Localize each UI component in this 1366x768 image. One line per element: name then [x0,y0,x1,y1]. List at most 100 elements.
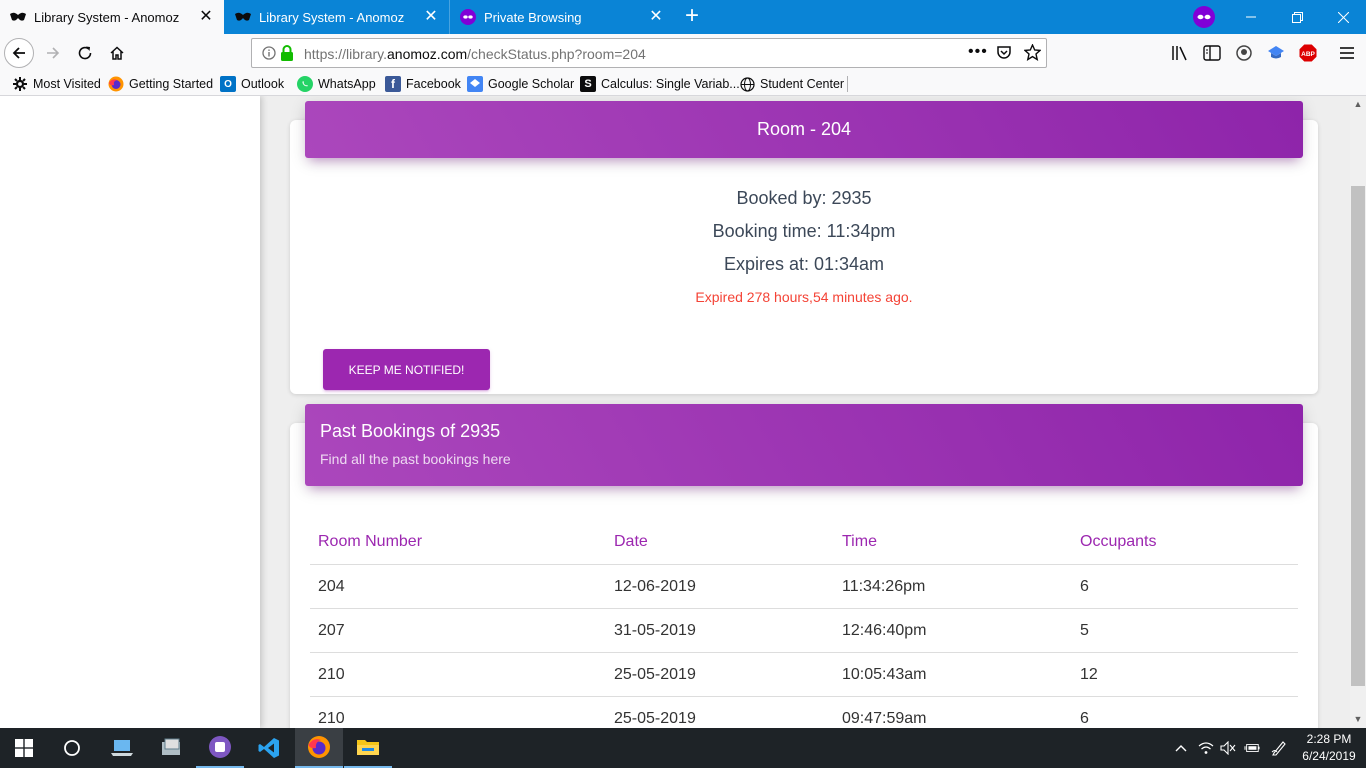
bookmark-label: Facebook [406,77,461,91]
taskbar-firefox-icon[interactable] [295,728,343,768]
library-icon[interactable] [1171,44,1189,62]
restore-button[interactable] [1274,0,1320,34]
taskbar-file-explorer-icon[interactable] [344,728,392,768]
show-hidden-icons-chevron-icon[interactable] [1173,740,1189,756]
clock-date: 6/24/2019 [1302,749,1356,763]
taskbar-vscode-icon[interactable] [245,728,293,768]
url-bar[interactable]: https://library.anomoz.com/checkStatus.p… [251,38,1047,68]
close-tab-icon[interactable]: ✕ [423,9,439,25]
forward-button[interactable] [38,38,68,68]
booked-by-text: Booked by: 2935 [736,188,872,208]
column-header-date: Date [614,533,648,550]
new-tab-button[interactable]: + [680,4,704,29]
table-cell-time: 11:34:26pm [842,578,926,595]
bookmark-whatsapp[interactable]: WhatsApp [297,75,376,93]
facebook-icon: f [385,76,401,92]
private-mask-icon [460,9,476,25]
tab-library-system-2[interactable]: Library System - Anomoz ✕ [225,0,449,34]
expires-at-text: Expires at: 01:34am [723,254,885,274]
table-divider [310,564,1298,565]
scholar-extension-icon[interactable] [1267,44,1285,62]
bookmark-star-icon[interactable] [1023,43,1042,66]
volume-muted-icon[interactable] [1220,740,1236,756]
taskbar-app-laptop-icon[interactable] [98,728,146,768]
sidebar-toggle-icon[interactable] [1203,44,1221,62]
page-sidebar [0,96,260,728]
bookmark-facebook[interactable]: f Facebook [385,75,461,93]
hamburger-menu-icon[interactable] [1338,44,1356,62]
url-prefix: https://library. [304,46,387,62]
info-icon[interactable] [262,46,276,65]
bookmark-most-visited[interactable]: Most Visited [12,75,101,93]
system-clock[interactable]: 2:28 PM 6/24/2019 [1296,731,1362,765]
home-button[interactable] [102,38,132,68]
table-cell-room: 210 [318,710,345,727]
url-domain: anomoz.com [387,46,468,62]
back-button[interactable] [4,38,34,68]
close-tab-icon[interactable]: ✕ [198,9,214,25]
account-extension-icon[interactable] [1235,44,1253,62]
pocket-icon[interactable] [996,45,1012,66]
mask-favicon-icon [235,9,251,25]
scroll-up-arrow-icon[interactable]: ▲ [1350,96,1366,113]
scroll-down-arrow-icon[interactable]: ▼ [1350,711,1366,728]
bookmark-label: Student Center [760,77,845,91]
bookmarks-toolbar: Most Visited Getting Started O Outlook W… [0,72,1366,96]
bookmark-label: Most Visited [33,77,101,91]
clock-time: 2:28 PM [1306,732,1352,746]
column-header-time: Time [842,533,877,550]
bookmark-outlook[interactable]: O Outlook [220,75,284,93]
taskbar-app-purple-icon[interactable] [196,728,244,768]
outlook-icon: O [220,76,236,92]
cortana-search-icon[interactable] [48,728,96,768]
room-title: Room - 204 [756,119,852,139]
adblock-plus-icon[interactable]: ABP [1299,44,1317,62]
room-card-header: Room - 204 [305,101,1303,158]
tab-private-browsing[interactable]: Private Browsing ✕ [450,0,674,34]
table-cell-time: 09:47:59am [842,710,927,727]
page-viewport: Room - 204 Booked by: 2935 Booking time:… [0,96,1350,728]
bookmark-google-scholar[interactable]: Google Scholar [467,75,574,93]
tab-library-system-1[interactable]: Library System - Anomoz ✕ [0,0,224,34]
column-header-room-number: Room Number [318,533,423,550]
table-cell-occupants: 6 [1080,710,1089,727]
bookmark-calculus[interactable]: S Calculus: Single Variab... [580,75,740,93]
past-bookings-title: Past Bookings of 2935 [320,421,501,441]
tab-title: Library System - Anomoz [259,9,405,25]
tab-title: Library System - Anomoz [34,9,180,25]
minimize-button[interactable] [1228,0,1274,34]
bookmark-label: Calculus: Single Variab... [601,77,740,91]
bookmark-getting-started[interactable]: Getting Started [108,75,213,93]
scrollbar-thumb[interactable] [1351,186,1365,686]
past-bookings-card: Past Bookings of 2935 Find all the past … [290,404,1318,728]
start-button[interactable] [0,728,48,768]
reload-button[interactable] [70,38,100,68]
tab-bar: Library System - Anomoz ✕ Library System… [0,0,1366,34]
table-cell-time: 10:05:43am [842,666,927,683]
past-bookings-header: Past Bookings of 2935 Find all the past … [305,404,1303,486]
expired-note: Expired 278 hours,54 minutes ago. [695,289,913,305]
scholar-icon [467,76,483,92]
room-status-card: Room - 204 Booked by: 2935 Booking time:… [290,101,1318,394]
url-text: https://library.anomoz.com/checkStatus.p… [304,46,646,62]
close-window-button[interactable] [1320,0,1366,34]
column-header-occupants: Occupants [1080,533,1157,550]
bookmark-label: Google Scholar [488,77,575,91]
secure-lock-icon[interactable] [280,45,294,66]
mask-favicon-icon [10,9,26,25]
booking-time-text: Booking time: 11:34pm [712,221,896,241]
pen-workspace-icon[interactable] [1271,740,1287,756]
keep-me-notified-button[interactable]: KEEP ME NOTIFIED! [323,349,490,390]
page-actions-menu-icon[interactable]: ••• [968,43,988,61]
vertical-scrollbar[interactable]: ▲ ▼ [1350,96,1366,728]
bookmark-label: Getting Started [129,77,214,91]
private-browsing-indicator-icon [1193,6,1215,28]
battery-plugged-icon[interactable] [1244,740,1260,756]
whatsapp-icon [297,76,313,92]
wifi-icon[interactable] [1198,740,1214,756]
close-tab-icon[interactable]: ✕ [648,9,664,25]
s-icon: S [580,76,596,92]
bookmark-student-center[interactable]: Student Center [739,75,844,93]
taskbar-app-window-icon[interactable] [147,728,195,768]
url-path: /checkStatus.php?room=204 [467,46,646,62]
